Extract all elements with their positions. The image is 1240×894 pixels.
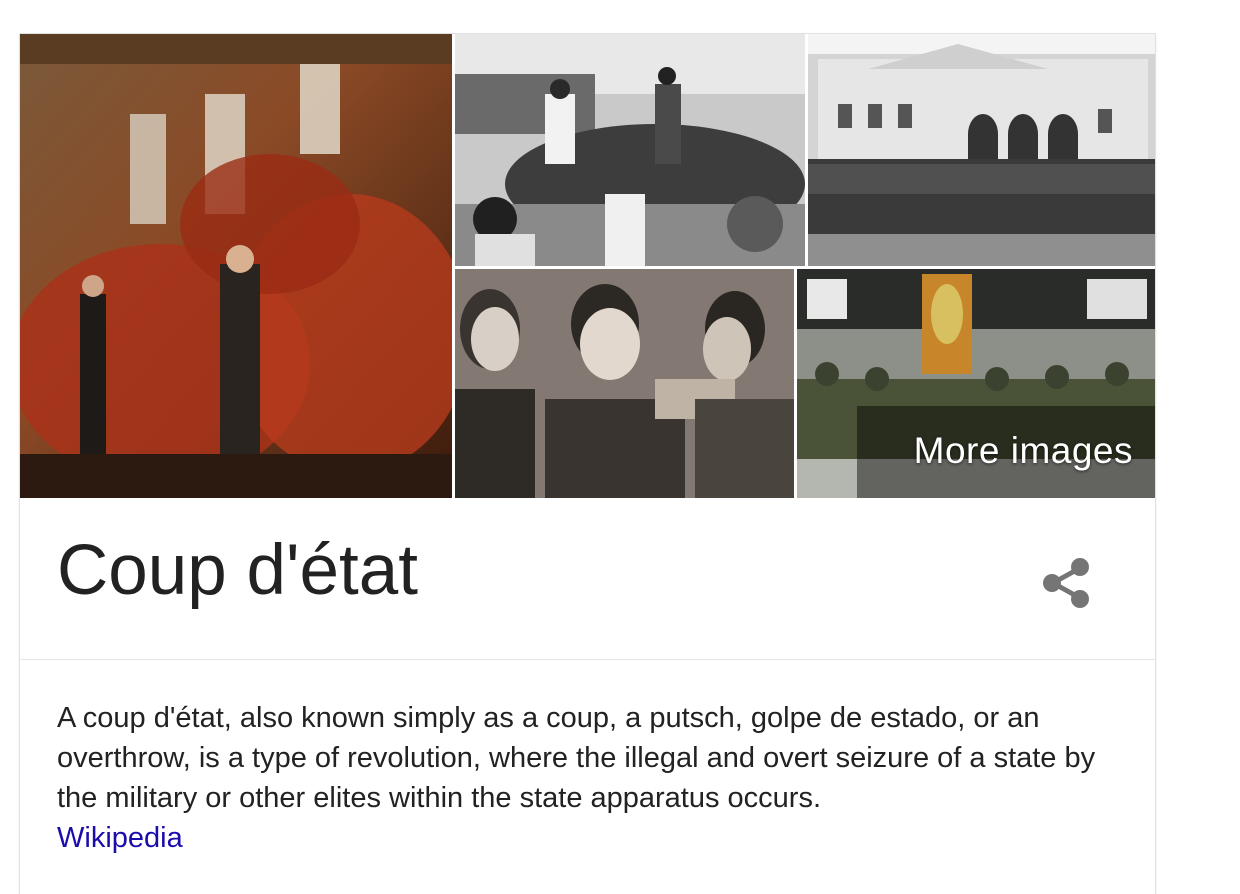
image-tile-painting[interactable] — [20, 34, 452, 498]
more-images-label: More images — [913, 430, 1133, 471]
share-icon — [1043, 558, 1089, 608]
knowledge-panel: More images Coup d'état A coup d'état, a… — [19, 33, 1156, 894]
description: A coup d'état, also known simply as a co… — [57, 698, 1137, 858]
image-tile-men[interactable] — [455, 269, 794, 498]
building-photo-image — [808, 34, 1155, 266]
image-tile-tank[interactable] — [455, 34, 805, 266]
painting-image — [20, 34, 452, 498]
more-images-button[interactable]: More images — [857, 406, 1155, 498]
image-tile-soldiers[interactable]: More images — [797, 269, 1155, 498]
page-title: Coup d'état — [57, 531, 418, 610]
share-button[interactable] — [1032, 548, 1102, 618]
men-photo-image — [455, 269, 794, 498]
tank-photo-image — [455, 34, 805, 266]
description-text: A coup d'état, also known simply as a co… — [57, 702, 1096, 814]
image-grid: More images — [20, 34, 1155, 498]
wikipedia-link[interactable]: Wikipedia — [57, 822, 183, 854]
image-tile-building[interactable] — [808, 34, 1155, 266]
title-row: Coup d'état — [20, 498, 1155, 660]
